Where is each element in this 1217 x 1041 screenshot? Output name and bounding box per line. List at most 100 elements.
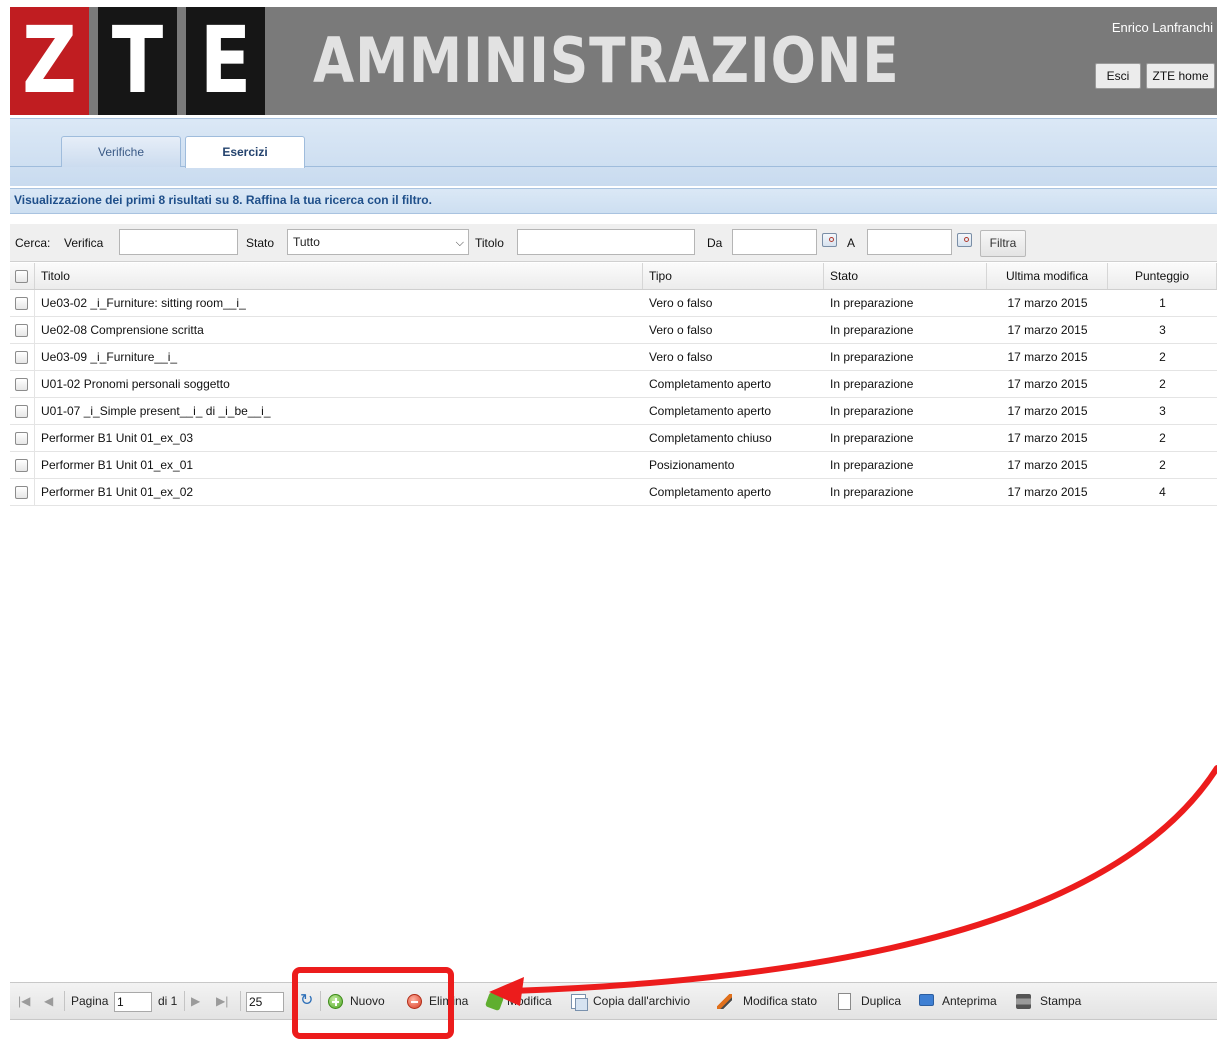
cell-titolo: U01-02 Pronomi personali soggetto xyxy=(41,377,230,391)
row-checkbox[interactable] xyxy=(15,351,28,364)
cell-tipo: Vero o falso xyxy=(649,296,713,310)
column-header-punteggio[interactable]: Punteggio xyxy=(1108,263,1217,289)
table-row[interactable]: U01-02 Pronomi personali soggetto Comple… xyxy=(10,371,1217,398)
row-select-cell xyxy=(10,398,35,424)
stato-select[interactable]: Tutto ⌵ xyxy=(287,229,469,255)
titolo-label: Titolo xyxy=(475,236,504,250)
zte-home-button[interactable]: ZTE home xyxy=(1146,63,1215,89)
cell-ultima-modifica: 17 marzo 2015 xyxy=(1007,485,1088,499)
row-select-cell xyxy=(10,290,35,316)
change-status-button[interactable]: Modifica stato xyxy=(743,983,817,1019)
cell-stato: In preparazione xyxy=(830,458,914,472)
table-row[interactable]: Ue03-09 _i_Furniture__i_ Vero o falso In… xyxy=(10,344,1217,371)
cell-tipo: Posizionamento xyxy=(649,458,735,472)
titolo-input[interactable] xyxy=(517,229,695,255)
verifica-input[interactable] xyxy=(119,229,238,255)
stato-select-value: Tutto xyxy=(293,235,320,249)
cell-ultima-modifica: 17 marzo 2015 xyxy=(1007,431,1088,445)
cell-stato: In preparazione xyxy=(830,296,914,310)
delete-icon xyxy=(407,994,422,1009)
table-row[interactable]: Ue02-08 Comprensione scritta Vero o fals… xyxy=(10,317,1217,344)
cell-ultima-modifica: 17 marzo 2015 xyxy=(1007,458,1088,472)
printer-icon xyxy=(1016,994,1031,1009)
column-header-ultima-modifica[interactable]: Ultima modifica xyxy=(987,263,1108,289)
cell-titolo: Ue03-02 _i_Furniture: sitting room__i_ xyxy=(41,296,246,310)
last-page-icon[interactable]: ▶| xyxy=(216,983,228,1019)
row-checkbox[interactable] xyxy=(15,486,28,499)
cell-punteggio: 3 xyxy=(1159,404,1166,418)
row-select-cell xyxy=(10,344,35,370)
edit-button[interactable]: Modifica xyxy=(507,983,552,1019)
table-row[interactable]: Ue03-02 _i_Furniture: sitting room__i_ V… xyxy=(10,290,1217,317)
cell-titolo: Ue02-08 Comprensione scritta xyxy=(41,323,204,337)
toolbar-separator xyxy=(64,991,65,1011)
print-button[interactable]: Stampa xyxy=(1040,983,1081,1019)
logout-button[interactable]: Esci xyxy=(1095,63,1141,89)
new-button[interactable]: Nuovo xyxy=(350,983,385,1019)
page-label: Pagina xyxy=(71,994,109,1008)
cell-titolo: Performer B1 Unit 01_ex_03 xyxy=(41,431,194,445)
row-select-cell xyxy=(10,425,35,451)
cell-tipo: Vero o falso xyxy=(649,323,713,337)
cell-ultima-modifica: 17 marzo 2015 xyxy=(1007,296,1088,310)
cell-tipo: Vero o falso xyxy=(649,350,713,364)
add-icon xyxy=(328,994,343,1009)
column-header-stato[interactable]: Stato xyxy=(824,263,987,289)
delete-button[interactable]: Elimina xyxy=(429,983,468,1019)
logo-letter-text: T xyxy=(111,7,164,114)
preview-button[interactable]: Anteprima xyxy=(942,983,997,1019)
cell-titolo: Performer B1 Unit 01_ex_01 xyxy=(41,458,194,472)
a-label: A xyxy=(847,236,856,250)
edit-icon xyxy=(484,991,505,1012)
pencil-icon xyxy=(717,994,732,1009)
cell-ultima-modifica: 17 marzo 2015 xyxy=(1007,377,1088,391)
copy-archive-icon xyxy=(571,994,588,1011)
tab-verifiche[interactable]: Verifiche xyxy=(61,136,181,167)
table-header-row: Titolo Tipo Stato Ultima modifica Punteg… xyxy=(10,263,1217,290)
first-page-icon[interactable]: |◀ xyxy=(18,983,30,1019)
calendar-icon[interactable] xyxy=(957,233,972,247)
tab-esercizi[interactable]: Esercizi xyxy=(185,136,305,168)
column-header-tipo[interactable]: Tipo xyxy=(643,263,824,289)
logo-letter-z: Z xyxy=(10,7,89,115)
column-header-titolo[interactable]: Titolo xyxy=(35,263,643,289)
calendar-icon[interactable] xyxy=(822,233,837,247)
row-checkbox[interactable] xyxy=(15,459,28,472)
cell-punteggio: 2 xyxy=(1159,377,1166,391)
table-row[interactable]: Performer B1 Unit 01_ex_03 Completamento… xyxy=(10,425,1217,452)
copy-archive-button[interactable]: Copia dall'archivio xyxy=(593,983,690,1019)
row-checkbox[interactable] xyxy=(15,324,28,337)
cell-tipo: Completamento aperto xyxy=(649,377,772,391)
toolbar-separator xyxy=(184,991,185,1011)
select-all-checkbox[interactable] xyxy=(15,270,28,283)
cell-tipo: Completamento aperto xyxy=(649,404,772,418)
exercises-table: Titolo Tipo Stato Ultima modifica Punteg… xyxy=(10,263,1217,506)
app-header: Z T E AMMINISTRAZIONE Enrico Lanfranchi … xyxy=(10,7,1217,115)
row-select-cell xyxy=(10,371,35,397)
table-row[interactable]: Performer B1 Unit 01_ex_01 Posizionament… xyxy=(10,452,1217,479)
cell-punteggio: 2 xyxy=(1159,350,1166,364)
duplicate-button[interactable]: Duplica xyxy=(861,983,901,1019)
duplicate-icon xyxy=(838,993,851,1010)
row-checkbox[interactable] xyxy=(15,432,28,445)
page-number-input[interactable]: 1 xyxy=(114,992,152,1012)
previous-page-icon[interactable]: ◀ xyxy=(44,983,53,1019)
search-label: Cerca: xyxy=(15,236,51,250)
row-checkbox[interactable] xyxy=(15,297,28,310)
cell-titolo: Ue03-09 _i_Furniture__i_ xyxy=(41,350,178,364)
row-select-cell xyxy=(10,452,35,478)
table-row[interactable]: Performer B1 Unit 01_ex_02 Completamento… xyxy=(10,479,1217,506)
toolbar-separator xyxy=(320,991,321,1011)
filter-button[interactable]: Filtra xyxy=(980,230,1026,257)
a-date-input[interactable] xyxy=(867,229,952,255)
cell-punteggio: 2 xyxy=(1159,431,1166,445)
row-checkbox[interactable] xyxy=(15,405,28,418)
page-size-input[interactable]: 25 xyxy=(246,992,284,1012)
refresh-icon[interactable]: ↻ xyxy=(300,992,313,1010)
next-page-icon[interactable]: ▶ xyxy=(191,983,200,1019)
row-checkbox[interactable] xyxy=(15,378,28,391)
table-row[interactable]: U01-07 _i_Simple present__i_ di _i_be__i… xyxy=(10,398,1217,425)
cell-stato: In preparazione xyxy=(830,404,914,418)
cell-ultima-modifica: 17 marzo 2015 xyxy=(1007,323,1088,337)
da-date-input[interactable] xyxy=(732,229,817,255)
